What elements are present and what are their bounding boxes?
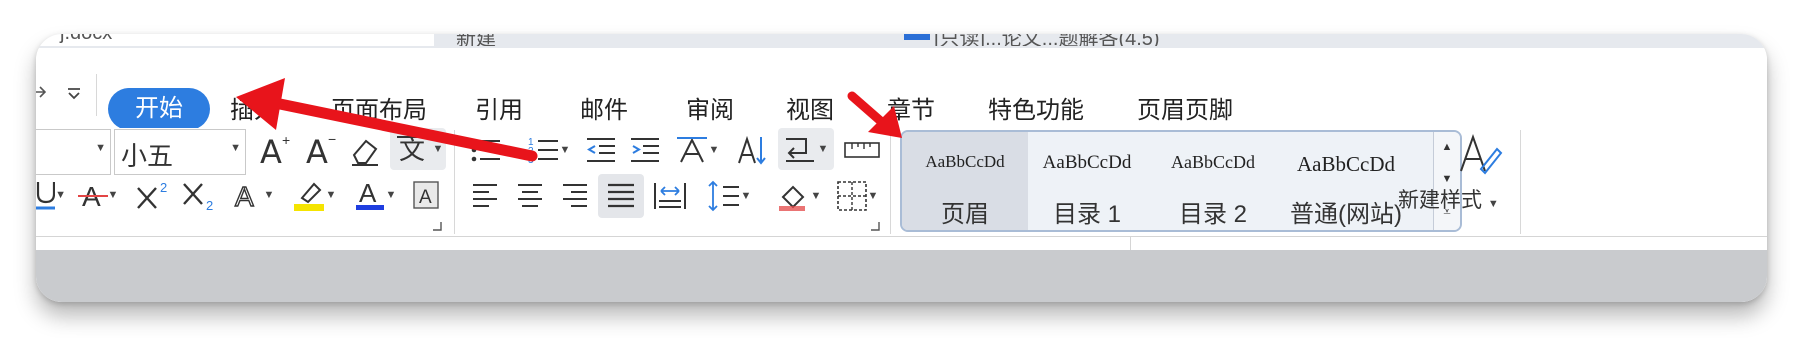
annotation-arrows: [236, 78, 902, 162]
annotation-arrow: [847, 91, 902, 138]
annotation-arrow: [236, 78, 538, 162]
